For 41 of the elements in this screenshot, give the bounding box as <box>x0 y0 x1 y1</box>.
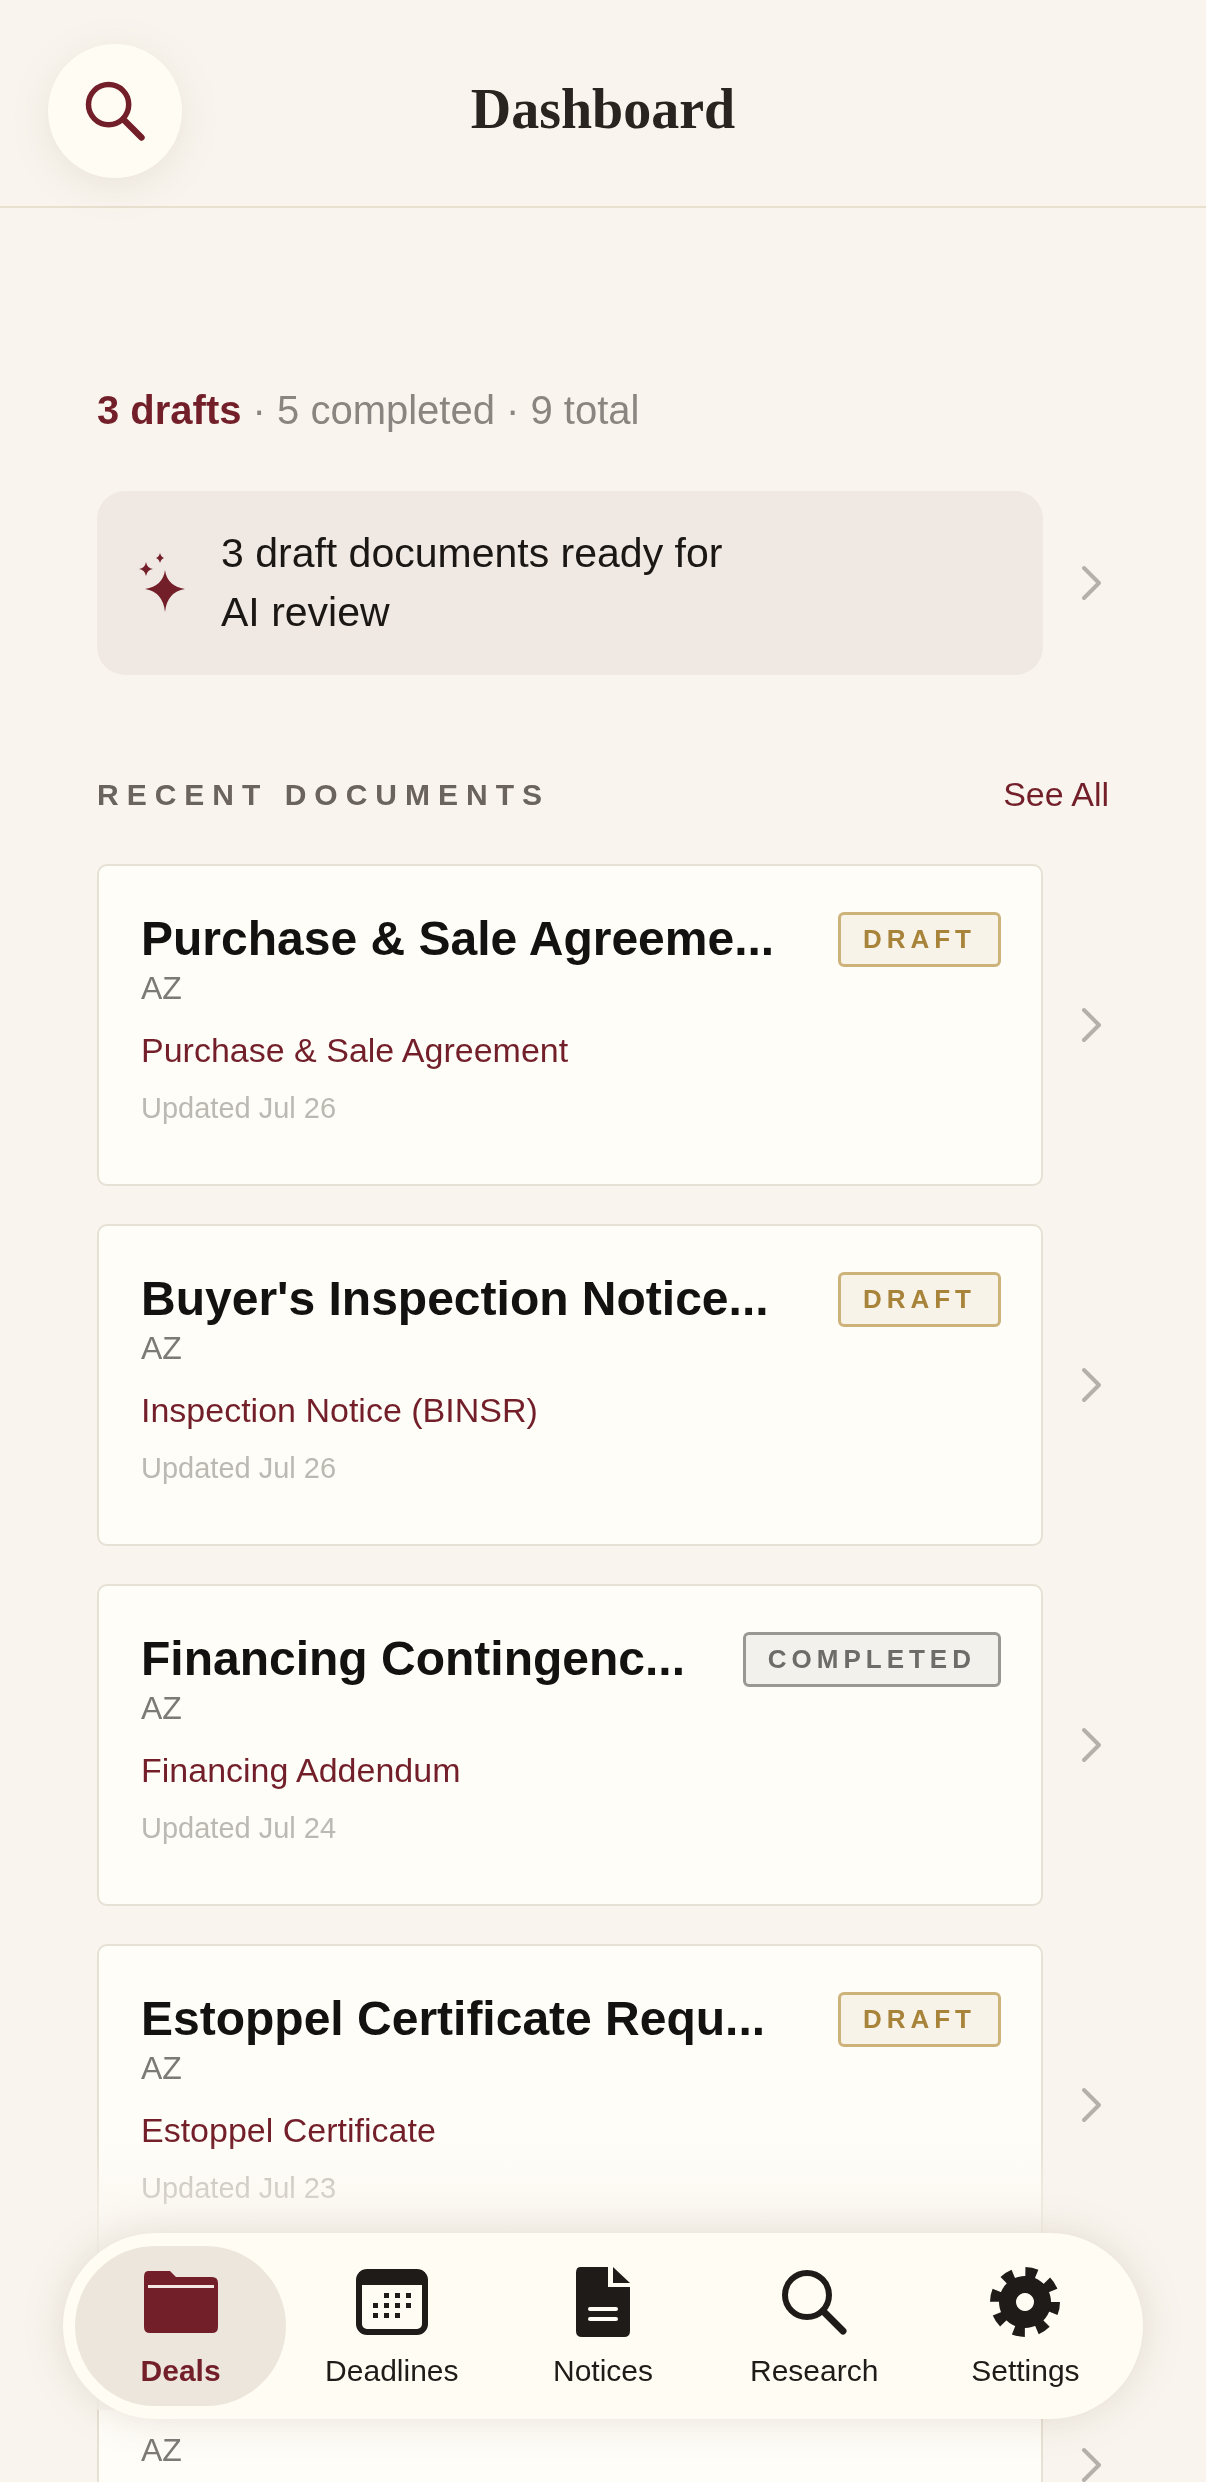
document-type: Inspection Notice (BINSR) <box>141 1390 539 1430</box>
see-all-link[interactable]: See All <box>1003 775 1109 814</box>
chevron-right-icon <box>1081 1727 1103 1763</box>
updated-date: Updated Jul 24 <box>141 1811 338 1845</box>
state-label: AZ <box>141 2049 183 2087</box>
document-title: Buyer's Inspection Notice... <box>141 1271 770 1327</box>
status-badge: COMPLETED <box>742 1632 1001 1687</box>
state-label: AZ <box>141 2432 183 2469</box>
chevron-right-icon <box>1081 2447 1103 2482</box>
document-type: Estoppel Certificate <box>141 2110 437 2150</box>
settings-icon <box>989 2266 1062 2338</box>
chevron-right-icon <box>1081 565 1103 601</box>
document-card[interactable]: Purchase & Sale Agreeme... DRAFT AZ Purchase & Sale Agreement Updated Jul 26 <box>97 864 1043 1186</box>
document-card[interactable]: Buyer's Inspection Notice... DRAFT AZ Inspection Notice (BINSR) Updated Jul 26 <box>97 1224 1043 1546</box>
chevron-right-icon <box>1081 1367 1103 1403</box>
search-icon <box>779 2267 850 2337</box>
document-icon <box>574 2265 632 2339</box>
updated-date: Updated Jul 26 <box>141 1451 338 1485</box>
status-badge: DRAFT <box>837 912 1001 967</box>
section-title: RECENT DOCUMENTS <box>97 777 550 812</box>
state-label: AZ <box>141 1329 183 1367</box>
chevron-right-icon <box>1081 1007 1103 1043</box>
document-card[interactable]: Financing Contingenc... COMPLETED AZ Financing Addendum Updated Jul 24 <box>97 1584 1043 1906</box>
document-type: Purchase & Sale Agreement <box>141 1030 570 1070</box>
folder-icon <box>141 2269 220 2335</box>
state-label: AZ <box>141 969 183 1007</box>
ai-review-banner[interactable]: 3 draft documents ready for AI review <box>97 491 1043 675</box>
tab-button[interactable]: Deals <box>75 2246 287 2406</box>
calendar-icon <box>355 2269 428 2335</box>
document-title: Financing Contingenc... <box>141 1631 686 1687</box>
search-icon <box>83 79 147 143</box>
updated-date: Updated Jul 26 <box>141 1091 338 1125</box>
page-title: Dashboard <box>470 77 736 141</box>
document-type: Financing Addendum <box>141 1750 462 1790</box>
state-label: AZ <box>141 1689 183 1727</box>
document-title: Estoppel Certificate Requ... <box>141 1991 767 2047</box>
document-summary: 3 drafts · 5 completed · 9 total <box>97 388 641 433</box>
chevron-right-icon <box>1081 2087 1103 2123</box>
status-badge: DRAFT <box>837 1992 1001 2047</box>
document-title: Purchase & Sale Agreeme... <box>141 911 776 967</box>
status-badge: DRAFT <box>837 1272 1001 1327</box>
